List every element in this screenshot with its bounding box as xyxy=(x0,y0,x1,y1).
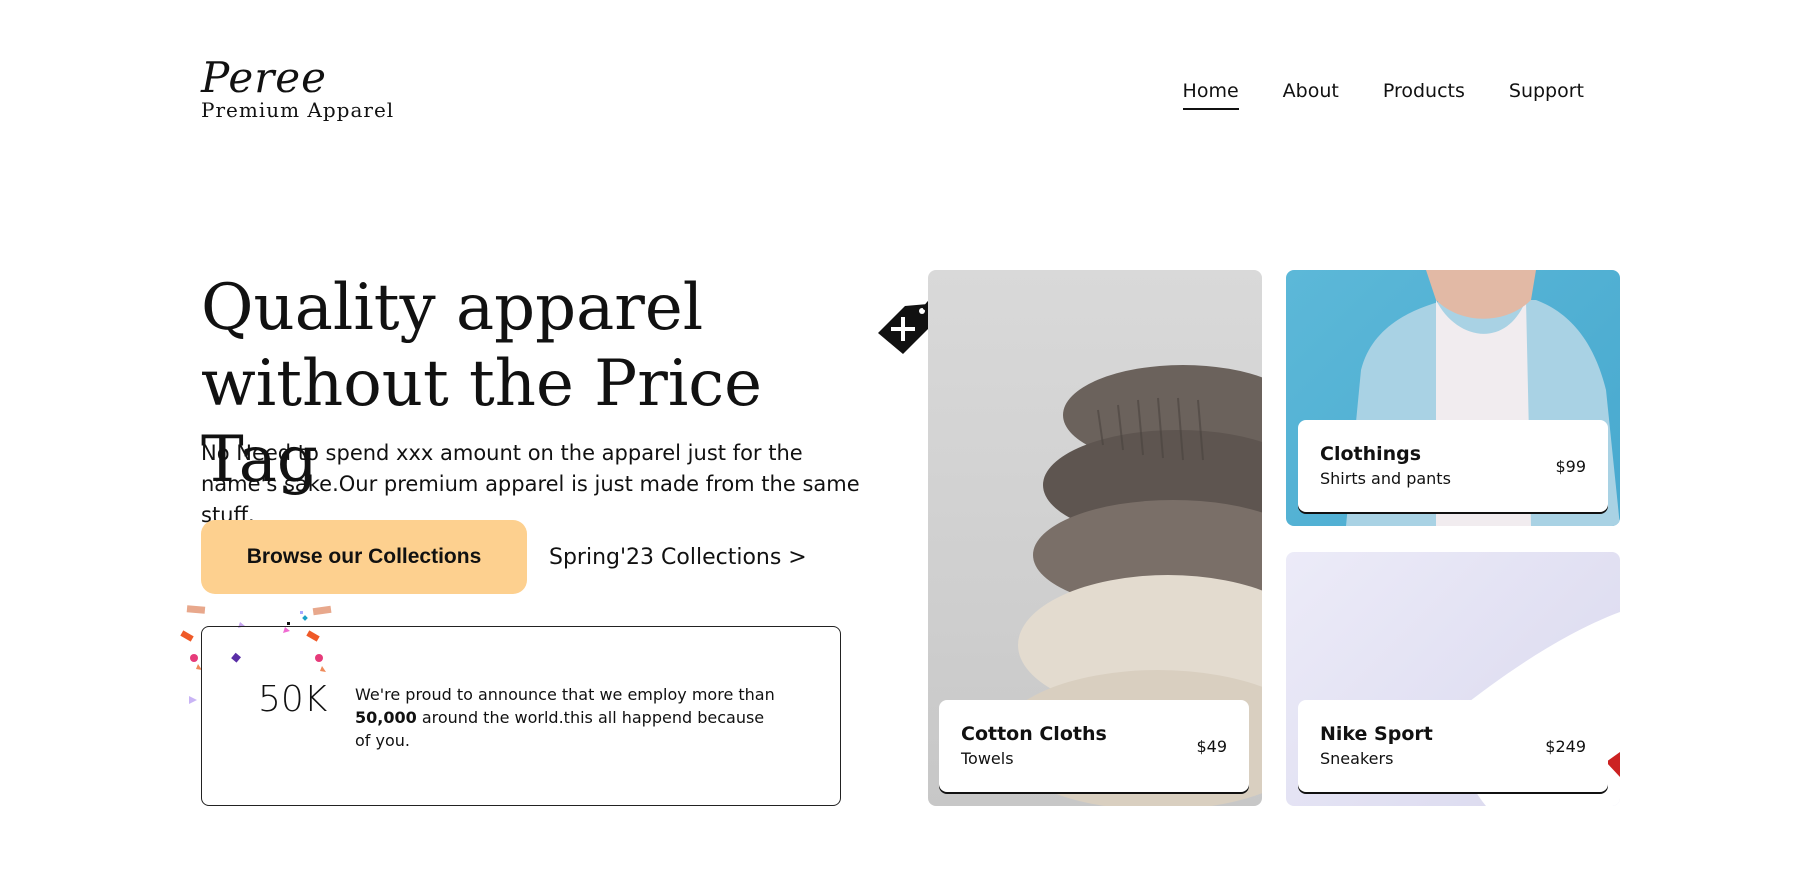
product-title: Clothings xyxy=(1320,443,1422,465)
nav-products[interactable]: Products xyxy=(1383,80,1465,110)
product-title: Nike Sport xyxy=(1320,723,1433,745)
logo[interactable]: Peree Premium Apparel xyxy=(201,53,395,122)
product-price: $249 xyxy=(1545,736,1586,756)
browse-collections-button[interactable]: Browse our Collections xyxy=(201,520,527,594)
product-title: Cotton Cloths xyxy=(961,723,1107,745)
product-card-cotton-cloths[interactable]: Cotton Cloths Towels $49 xyxy=(939,700,1249,792)
nav-home[interactable]: Home xyxy=(1182,80,1239,110)
product-subtitle: Towels xyxy=(961,749,1014,768)
product-price: $99 xyxy=(1555,456,1586,476)
stat-text: We're proud to announce that we employ m… xyxy=(355,685,775,750)
product-card-clothings[interactable]: Clothings Shirts and pants $99 xyxy=(1298,420,1608,512)
main-nav: Home About Products Support xyxy=(1182,80,1584,110)
logo-name: Peree xyxy=(201,53,328,102)
product-subtitle: Sneakers xyxy=(1320,749,1394,768)
spring-collections-link[interactable]: Spring'23 Collections > xyxy=(549,545,807,570)
product-card-nike-sport[interactable]: Nike Sport Sneakers $249 xyxy=(1298,700,1608,792)
stat-box: 50K We're proud to announce that we empl… xyxy=(201,626,841,806)
product-price: $49 xyxy=(1196,736,1227,756)
hero-subtext: No Need to spend xxx amount on the appar… xyxy=(201,441,860,527)
stat-number: 50K xyxy=(258,679,328,720)
logo-tagline: Premium Apparel xyxy=(201,98,395,122)
nav-support[interactable]: Support xyxy=(1509,80,1584,110)
product-subtitle: Shirts and pants xyxy=(1320,469,1451,488)
nav-about[interactable]: About xyxy=(1283,80,1339,110)
stat-bold-number: 50,000 xyxy=(355,708,417,727)
